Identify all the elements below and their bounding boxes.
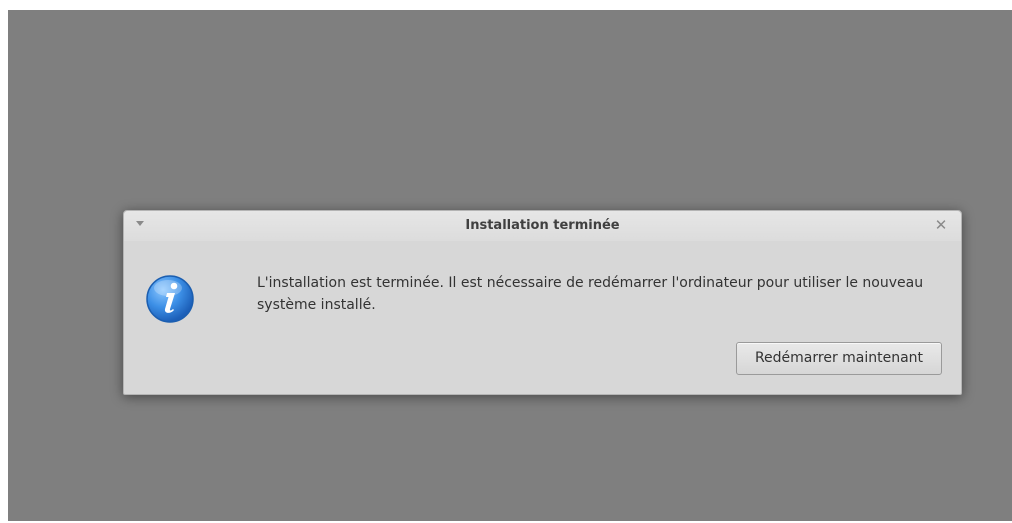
close-icon[interactable]: ✕ [933, 217, 949, 233]
installation-complete-dialog: Installation terminée ✕ L'installation e… [123, 210, 962, 395]
dialog-message: L'installation est terminée. Il est néce… [257, 275, 924, 313]
dialog-title: Installation terminée [465, 218, 620, 233]
dialog-titlebar[interactable]: Installation terminée ✕ [124, 211, 961, 241]
restart-now-button[interactable]: Redémarrer maintenant [736, 342, 942, 375]
info-icon [144, 273, 196, 325]
desktop-background: Installation terminée ✕ L'installation e… [8, 10, 1012, 521]
